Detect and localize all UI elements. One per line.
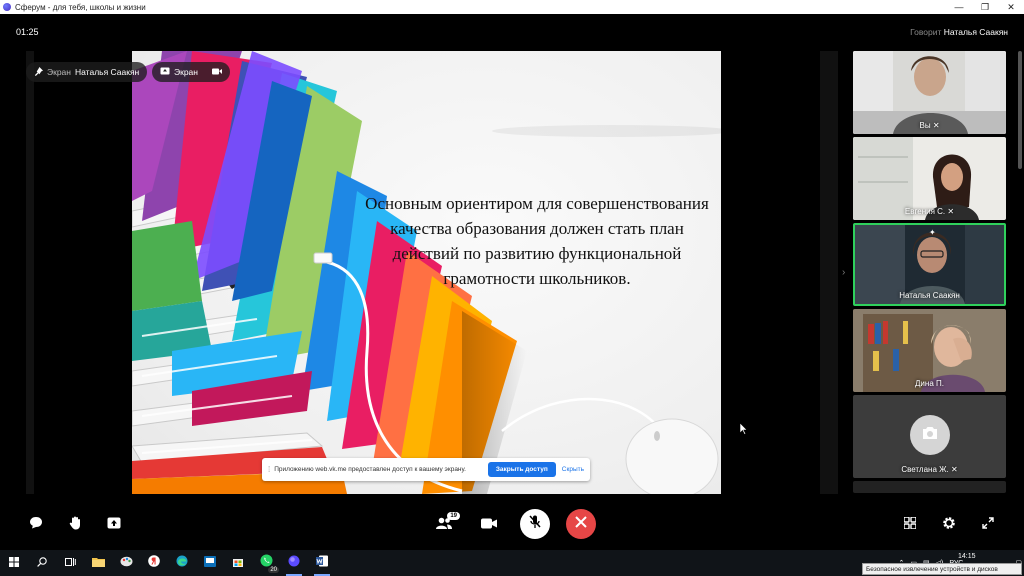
windows-logo-icon bbox=[9, 554, 19, 572]
participant-name: Наталья Саакян bbox=[899, 291, 960, 300]
participants-count-badge: 19 bbox=[447, 512, 460, 520]
share-screen-button[interactable] bbox=[100, 511, 128, 539]
edge-icon bbox=[176, 554, 188, 572]
call-window: 01:25 Говорит Наталья Саакян Основным ор… bbox=[0, 14, 1024, 550]
mic-off-icon: ✕ bbox=[947, 207, 955, 216]
restore-button[interactable]: ❐ bbox=[972, 0, 998, 14]
taskbar-sferum[interactable] bbox=[280, 550, 308, 576]
chevron-right-icon[interactable]: › bbox=[842, 267, 845, 278]
participants-button[interactable]: 19 bbox=[430, 511, 460, 539]
participant-name: Светлана Ж. ✕ bbox=[901, 465, 958, 474]
task-view-button[interactable] bbox=[56, 550, 84, 576]
participant-tile-natalia[interactable]: ✦ Наталья Саакян bbox=[853, 223, 1006, 306]
participant-name: Дина П. bbox=[915, 379, 944, 388]
pinned-screen-name: Наталья Саакян bbox=[74, 67, 140, 77]
pinned-screen-pill[interactable]: Экран Наталья Саакян bbox=[26, 62, 148, 82]
store-icon bbox=[232, 554, 244, 572]
start-button[interactable] bbox=[0, 550, 28, 576]
camera-toggle-button[interactable] bbox=[475, 511, 503, 539]
camera-icon bbox=[921, 426, 939, 445]
microphone-toggle-button[interactable] bbox=[520, 509, 550, 539]
task-view-icon bbox=[64, 554, 76, 572]
participant-tile-you[interactable]: Вы ✕ bbox=[853, 51, 1006, 134]
chat-icon bbox=[29, 516, 43, 534]
end-call-button[interactable] bbox=[566, 509, 596, 539]
stage-right-gutter bbox=[820, 51, 838, 494]
screen-share-message: Приложению web.vk.me предоставлен доступ… bbox=[274, 466, 466, 473]
window-titlebar: Сферум - для тебя, школы и жизни — ❐ ✕ bbox=[0, 0, 1024, 14]
participant-name: Вы ✕ bbox=[919, 121, 940, 130]
raise-hand-button[interactable] bbox=[61, 511, 89, 539]
gear-icon bbox=[942, 516, 956, 535]
pin-icon bbox=[34, 66, 43, 78]
presentation-icon bbox=[204, 554, 216, 572]
stop-sharing-button[interactable]: Закрыть доступ bbox=[487, 462, 556, 477]
grid-icon bbox=[903, 516, 917, 534]
word-icon bbox=[316, 554, 328, 572]
taskbar-paint[interactable] bbox=[112, 550, 140, 576]
minimize-button[interactable]: — bbox=[946, 0, 972, 14]
screen-share-icon bbox=[160, 67, 170, 78]
mic-off-icon: ✕ bbox=[932, 121, 940, 130]
screen-share-banner: ⁞ Приложению web.vk.me предоставлен дост… bbox=[262, 458, 590, 481]
taskbar-whatsapp[interactable]: 20 bbox=[252, 550, 280, 576]
participants-scrollbar[interactable] bbox=[1018, 51, 1022, 169]
taskbar-clock[interactable]: 14:15 bbox=[958, 553, 976, 560]
fullscreen-button[interactable] bbox=[974, 511, 1002, 539]
taskbar-store[interactable] bbox=[224, 550, 252, 576]
taskbar-explorer[interactable] bbox=[84, 550, 112, 576]
camera-off-avatar bbox=[910, 415, 950, 455]
pin-icon[interactable]: ✦ bbox=[929, 228, 936, 237]
speaking-indicator: Говорит Наталья Саакян bbox=[910, 27, 1008, 37]
call-controls: 19 bbox=[0, 505, 1024, 545]
speaking-name: Наталья Саакян bbox=[943, 27, 1008, 37]
settings-button[interactable] bbox=[935, 511, 963, 539]
grid-layout-button[interactable] bbox=[896, 511, 924, 539]
sferum-app-icon bbox=[3, 3, 11, 11]
close-window-button[interactable]: ✕ bbox=[998, 0, 1024, 14]
taskbar-app-blue[interactable] bbox=[196, 550, 224, 576]
mouse-cursor bbox=[739, 422, 748, 440]
share-screen-icon bbox=[107, 516, 121, 534]
call-timer: 01:25 bbox=[16, 27, 39, 37]
mic-off-icon: ✕ bbox=[950, 465, 958, 474]
hand-icon bbox=[69, 516, 82, 535]
participant-tile-dina[interactable]: Дина П. bbox=[853, 309, 1006, 392]
camera-small-icon bbox=[211, 67, 222, 77]
shared-screen: Основным ориентиром для совершенствовани… bbox=[132, 51, 721, 494]
taskbar-yandex-browser[interactable] bbox=[140, 550, 168, 576]
video-camera-icon bbox=[481, 516, 497, 534]
chat-button[interactable] bbox=[22, 511, 50, 539]
speaking-label: Говорит bbox=[910, 27, 942, 37]
paint-icon bbox=[120, 554, 133, 572]
window-controls: — ❐ ✕ bbox=[946, 0, 1024, 14]
sferum-icon bbox=[288, 554, 300, 572]
window-title: Сферум - для тебя, школы и жизни bbox=[15, 2, 146, 12]
close-icon bbox=[575, 515, 587, 533]
participant-tile-svetlana[interactable]: Светлана Ж. ✕ bbox=[853, 395, 1006, 478]
taskbar-word[interactable] bbox=[308, 550, 336, 576]
taskbar-edge[interactable] bbox=[168, 550, 196, 576]
drag-handle-icon[interactable]: ⁞ bbox=[268, 465, 270, 474]
pinned-screen-label: Экран bbox=[47, 67, 71, 77]
screen-pill[interactable]: Экран bbox=[152, 62, 230, 82]
expand-icon bbox=[982, 516, 994, 534]
participant-tile-partial[interactable] bbox=[853, 481, 1006, 493]
hide-banner-link[interactable]: Скрыть bbox=[562, 466, 584, 473]
participant-tile-evgenia[interactable]: Евгения С. ✕ bbox=[853, 137, 1006, 220]
whatsapp-badge: 20 bbox=[268, 567, 279, 573]
screen-label: Экран bbox=[174, 67, 198, 77]
folder-icon bbox=[91, 554, 105, 572]
mic-off-icon bbox=[529, 514, 541, 534]
search-icon bbox=[37, 554, 47, 572]
tray-tooltip: Безопасное извлечение устройств и дисков bbox=[862, 563, 1022, 575]
slide-text: Основным ориентиром для совершенствовани… bbox=[365, 194, 709, 288]
participant-name: Евгения С. ✕ bbox=[904, 207, 955, 216]
stage-left-gutter bbox=[26, 51, 34, 494]
yandex-icon bbox=[148, 554, 160, 572]
taskbar-search-button[interactable] bbox=[28, 550, 56, 576]
